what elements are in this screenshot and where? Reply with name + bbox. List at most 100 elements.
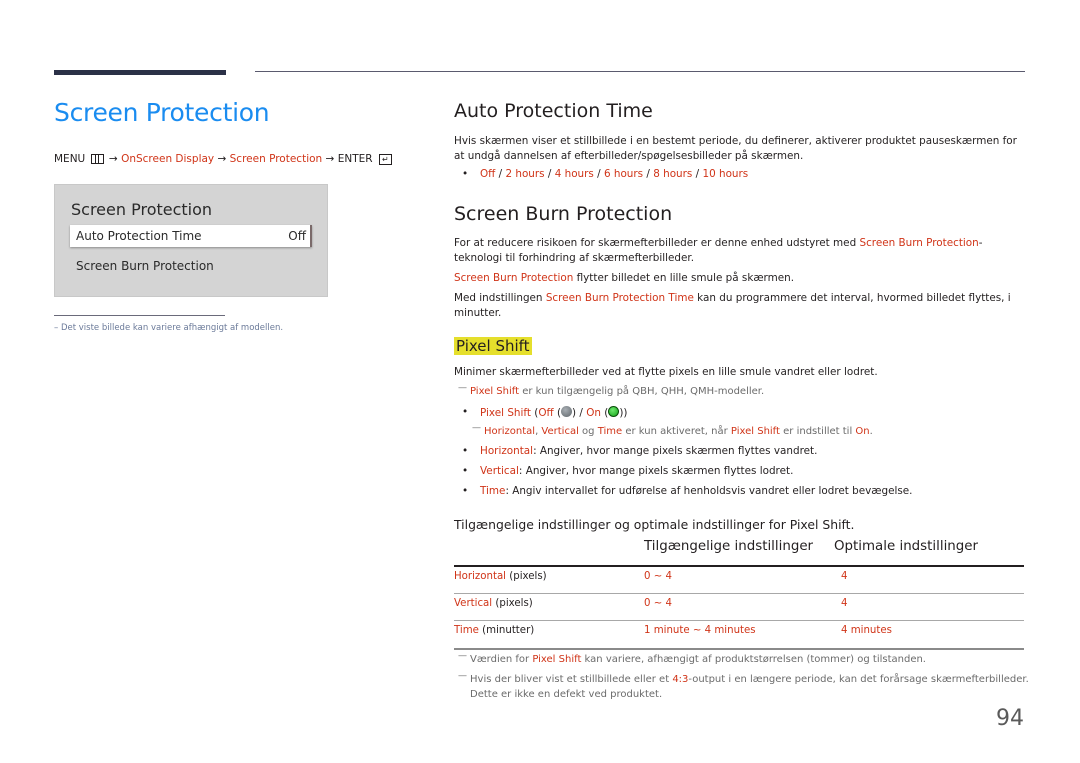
text: og xyxy=(578,426,598,437)
text: . xyxy=(869,426,873,437)
row-label-horizontal: Horizontal (pixels) xyxy=(454,571,547,582)
unit: (pixels) xyxy=(506,571,547,582)
arrow: → xyxy=(217,153,227,165)
text: flytter billedet en lille smule på skærm… xyxy=(573,272,795,284)
text: er indstillet til xyxy=(779,426,856,437)
menu-icon xyxy=(90,154,104,164)
arrow: → xyxy=(108,153,118,165)
text: Med indstillingen xyxy=(454,292,546,304)
note-still-image-warning: Hvis der bliver vist et stillbillede ell… xyxy=(458,671,1029,685)
term-screen-burn-protection-time: Screen Burn Protection Time xyxy=(545,292,694,304)
unit: (pixels) xyxy=(492,598,533,609)
option-off: Off xyxy=(538,407,554,419)
bullet-horizontal: Horizontal: Angiver, hvor mange pixels s… xyxy=(462,445,818,457)
table-header-rule xyxy=(454,565,1024,567)
row-divider xyxy=(454,593,1024,594)
text: kan variere, afhængigt af produktstørrel… xyxy=(581,654,926,665)
term-time: Time xyxy=(480,485,506,497)
screen-burn-paragraph-3: Med indstillingen Screen Burn Protection… xyxy=(454,291,1029,321)
note-pixel-shift-value: Værdien for Pixel Shift kan variere, afh… xyxy=(458,651,926,665)
toggle-off-icon xyxy=(561,406,573,417)
cell-optimal: 4 xyxy=(841,598,848,609)
osd-item-value: Off xyxy=(288,229,306,243)
separator: / xyxy=(692,168,703,180)
enter-icon: ↵ xyxy=(378,153,392,165)
term-pixel-shift: Pixel Shift xyxy=(480,407,531,419)
cell-available: 0 ~ 4 xyxy=(644,598,672,609)
row-label-time: Time (minutter) xyxy=(454,625,534,636)
arrow: → xyxy=(325,153,335,165)
option-4-hours: 4 hours xyxy=(554,168,594,180)
term-pixel-shift: Pixel Shift xyxy=(532,654,582,665)
heading-auto-protection-time: Auto Protection Time xyxy=(454,100,653,122)
term-vertical: Vertical xyxy=(480,465,519,477)
enter-label: ENTER xyxy=(337,153,373,165)
option-2-hours: 2 hours xyxy=(505,168,545,180)
note-still-image-warning-line2: Dette er ikke en defekt ved produktet. xyxy=(470,689,663,700)
separator: / xyxy=(643,168,654,180)
row-divider xyxy=(454,620,1024,621)
screen-burn-paragraph-2: Screen Burn Protection flytter billedet … xyxy=(454,271,1029,286)
text: Hvis der bliver vist et stillbillede ell… xyxy=(470,674,673,685)
header-divider xyxy=(255,71,1025,72)
separator: / xyxy=(544,168,555,180)
cell-available: 1 minute ~ 4 minutes xyxy=(644,625,756,636)
text: : Angiv intervallet for udførelse af hen… xyxy=(505,485,913,497)
option-on: On xyxy=(586,407,601,419)
term-vertical: Vertical xyxy=(541,426,579,437)
menu-path-breadcrumb: MENU → OnScreen Display → Screen Protect… xyxy=(54,153,392,165)
row-label-vertical: Vertical (pixels) xyxy=(454,598,533,609)
toggle-on-icon xyxy=(608,406,620,417)
text: -output i en længere periode, kan det fo… xyxy=(688,674,1029,685)
bullet-time: Time: Angiv intervallet for udførelse af… xyxy=(462,485,913,497)
auto-protection-options: Off / 2 hours / 4 hours / 6 hours / 8 ho… xyxy=(462,168,749,180)
term-horizontal: Horizontal xyxy=(480,445,534,457)
cell-optimal: 4 xyxy=(841,571,848,582)
term-screen-burn-protection: Screen Burn Protection xyxy=(859,237,979,249)
page-number: 94 xyxy=(996,706,1024,731)
term-screen-burn-protection: Screen Burn Protection xyxy=(454,272,574,284)
term-pixel-shift: Pixel Shift xyxy=(730,426,780,437)
pixel-shift-intro: Minimer skærmefterbilleder ved at flytte… xyxy=(454,366,878,378)
table-bottom-rule xyxy=(454,648,1024,650)
column-header-available: Tilgængelige indstillinger xyxy=(644,539,814,554)
unit: (minutter) xyxy=(478,625,535,636)
pixel-shift-toggle-options: Pixel Shift (Off () / On ()) xyxy=(462,406,627,419)
text: : Angiver, hvor mange pixels skærmen fly… xyxy=(518,465,794,477)
table-caption: Tilgængelige indstillinger og optimale i… xyxy=(454,517,855,532)
term-on: On xyxy=(855,426,870,437)
menu-label: MENU xyxy=(54,153,86,165)
option-6-hours: 6 hours xyxy=(603,168,644,180)
page-title: Screen Protection xyxy=(54,98,270,127)
osd-item-label: Auto Protection Time xyxy=(76,229,202,243)
text: : Angiver, hvor mange pixels skærmen fly… xyxy=(533,445,818,457)
header-accent-bar xyxy=(54,70,226,75)
footnote-divider xyxy=(54,315,225,316)
term: Horizontal xyxy=(454,571,507,582)
text: er kun tilgængelig på QBH, QHH, QMH-mode… xyxy=(519,386,765,397)
term: Time xyxy=(454,625,479,636)
term-4-3: 4:3 xyxy=(672,674,689,685)
text: er kun aktiveret, når xyxy=(622,426,731,437)
pixel-shift-model-note: Pixel Shift er kun tilgængelig på QBH, Q… xyxy=(458,383,765,397)
column-header-optimal: Optimale indstillinger xyxy=(834,539,979,554)
term-horizontal: Horizontal xyxy=(484,426,536,437)
osd-item-screen-burn-protection[interactable]: Screen Burn Protection xyxy=(76,259,214,273)
heading-pixel-shift: Pixel Shift xyxy=(454,337,532,355)
osd-menu-screenshot: Screen Protection Auto Protection Time O… xyxy=(54,184,328,297)
bullet-vertical: Vertical: Angiver, hvor mange pixels skæ… xyxy=(462,465,794,477)
separator: / xyxy=(593,168,604,180)
text: For at reducere risikoen for skærmefterb… xyxy=(454,237,860,249)
option-10-hours: 10 hours xyxy=(702,168,749,180)
term-pixel-shift: Pixel Shift xyxy=(470,386,520,397)
text: Værdien for xyxy=(470,654,533,665)
menu-step-screen-protection: Screen Protection xyxy=(229,153,323,165)
osd-item-auto-protection-time[interactable]: Auto Protection Time Off xyxy=(70,225,312,247)
menu-step-onscreen-display: OnScreen Display xyxy=(121,153,215,165)
separator: / xyxy=(495,168,506,180)
cell-available: 0 ~ 4 xyxy=(644,571,672,582)
screen-burn-paragraph-1: For at reducere risikoen for skærmefterb… xyxy=(454,236,1029,266)
cell-optimal: 4 minutes xyxy=(841,625,892,636)
option-off: Off xyxy=(480,168,496,180)
term-time: Time xyxy=(597,426,623,437)
